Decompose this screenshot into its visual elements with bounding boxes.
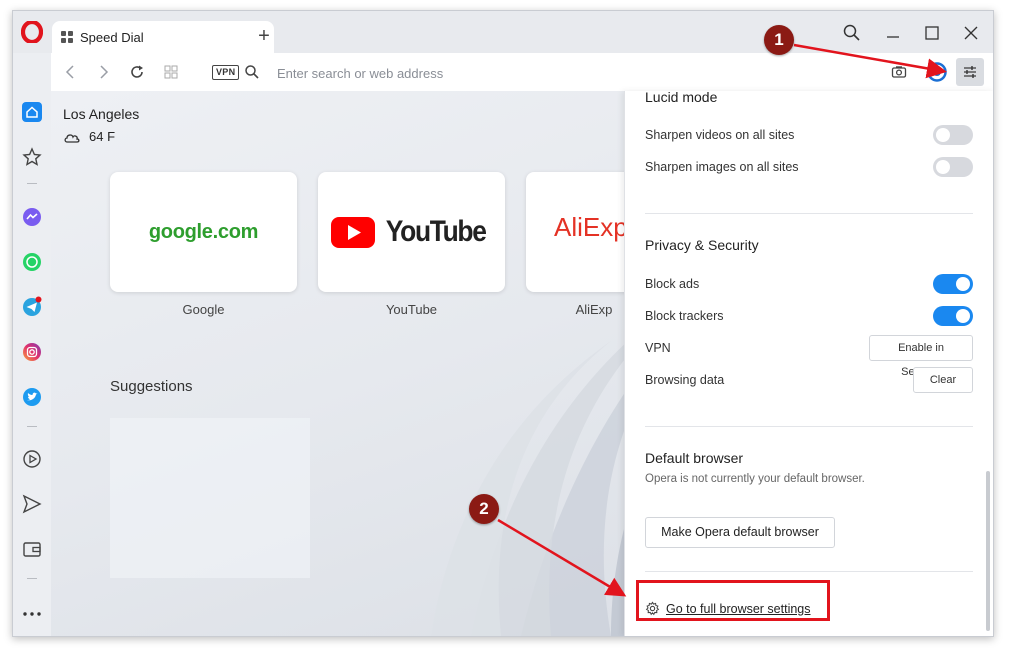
tab-strip: Speed Dial + <box>13 11 993 53</box>
easy-setup-panel: Lucid mode Sharpen videos on all sites S… <box>624 91 993 636</box>
easy-setup-button[interactable] <box>956 58 984 86</box>
send-icon[interactable] <box>21 493 43 515</box>
privacy-security-title: Privacy & Security <box>645 237 759 253</box>
default-browser-description: Opera is not currently your default brow… <box>645 473 865 485</box>
settings-link-highlight <box>636 580 830 621</box>
close-icon[interactable] <box>961 23 981 43</box>
wallet-icon[interactable] <box>21 538 43 560</box>
block-ads-toggle[interactable] <box>933 274 973 294</box>
block-trackers-label: Block trackers <box>645 309 724 323</box>
sidebar-divider <box>27 183 37 184</box>
browser-window: Speed Dial + VPN Enter search or web add… <box>12 10 994 637</box>
block-ads-label: Block ads <box>645 277 700 291</box>
back-icon[interactable] <box>63 64 79 80</box>
address-bar: VPN <box>51 53 993 92</box>
speed-dial-icon <box>61 31 73 43</box>
twitter-icon[interactable] <box>21 386 43 408</box>
youtube-logo-text: YouTube <box>385 215 487 248</box>
sharpen-images-toggle[interactable] <box>933 157 973 177</box>
sidebar-divider <box>27 578 37 579</box>
tile-caption: YouTube <box>385 302 438 317</box>
default-browser-title: Default browser <box>645 450 744 466</box>
sliders-icon <box>964 66 976 78</box>
sharpen-images-label: Sharpen images on all sites <box>645 160 799 174</box>
sharpen-videos-label: Sharpen videos on all sites <box>645 128 795 142</box>
panel-divider <box>645 213 973 214</box>
minimize-icon[interactable] <box>883 23 903 43</box>
tab-search-icon[interactable] <box>842 23 862 43</box>
new-tab-button[interactable]: + <box>255 26 273 46</box>
sharpen-videos-toggle[interactable] <box>933 125 973 145</box>
cloud-icon <box>64 134 80 143</box>
maximize-icon[interactable] <box>922 23 942 43</box>
whatsapp-icon[interactable] <box>21 251 43 273</box>
google-logo-text: google.com <box>148 220 259 243</box>
tab-title: Speed Dial <box>80 29 144 45</box>
youtube-play-icon <box>330 216 375 248</box>
camera-icon[interactable] <box>891 64 907 80</box>
lucid-mode-title: Lucid mode <box>645 91 718 105</box>
browsing-data-label: Browsing data <box>645 373 725 387</box>
tab-grid-icon[interactable] <box>163 64 179 80</box>
panel-divider <box>645 571 973 572</box>
speed-dial-tile-youtube[interactable]: YouTube <box>318 172 505 292</box>
messenger-icon[interactable] <box>21 206 43 228</box>
make-default-browser-button[interactable]: Make Opera default browser <box>645 517 835 548</box>
step-marker-2: 2 <box>469 494 499 524</box>
step-marker-1: 1 <box>764 25 794 55</box>
weather-temperature: 64 F <box>89 129 116 144</box>
tile-caption: Google <box>182 302 225 317</box>
enable-vpn-button[interactable]: Enable in Settings <box>869 335 973 378</box>
instagram-icon[interactable] <box>21 341 43 363</box>
more-icon[interactable] <box>21 603 43 625</box>
home-icon[interactable] <box>21 101 43 123</box>
opera-logo-icon[interactable] <box>21 21 43 43</box>
bookmarks-icon[interactable] <box>21 146 43 168</box>
clear-data-button[interactable]: Clear <box>913 367 973 393</box>
vpn-label: VPN <box>645 341 671 355</box>
sidebar <box>13 91 51 636</box>
sidebar-divider <box>27 426 37 427</box>
telegram-icon[interactable] <box>21 296 43 318</box>
suggestion-card[interactable] <box>110 418 310 578</box>
suggestions-title: Suggestions <box>110 378 193 395</box>
aliexpress-logo-text: AliExp <box>554 212 628 242</box>
vpn-badge[interactable]: VPN <box>212 65 240 80</box>
panel-scrollbar[interactable] <box>986 471 990 631</box>
address-input[interactable] <box>275 61 799 85</box>
block-trackers-toggle[interactable] <box>933 306 973 326</box>
forward-icon[interactable] <box>95 64 111 80</box>
search-icon <box>245 65 259 79</box>
profile-icon[interactable] <box>927 62 947 82</box>
player-icon[interactable] <box>21 448 43 470</box>
weather-city: Los Angeles <box>63 106 140 122</box>
speed-dial-tile-google[interactable]: google.com <box>110 172 297 292</box>
tab-speed-dial[interactable]: Speed Dial <box>52 21 274 53</box>
reload-icon[interactable] <box>129 64 145 80</box>
panel-divider <box>645 426 973 427</box>
